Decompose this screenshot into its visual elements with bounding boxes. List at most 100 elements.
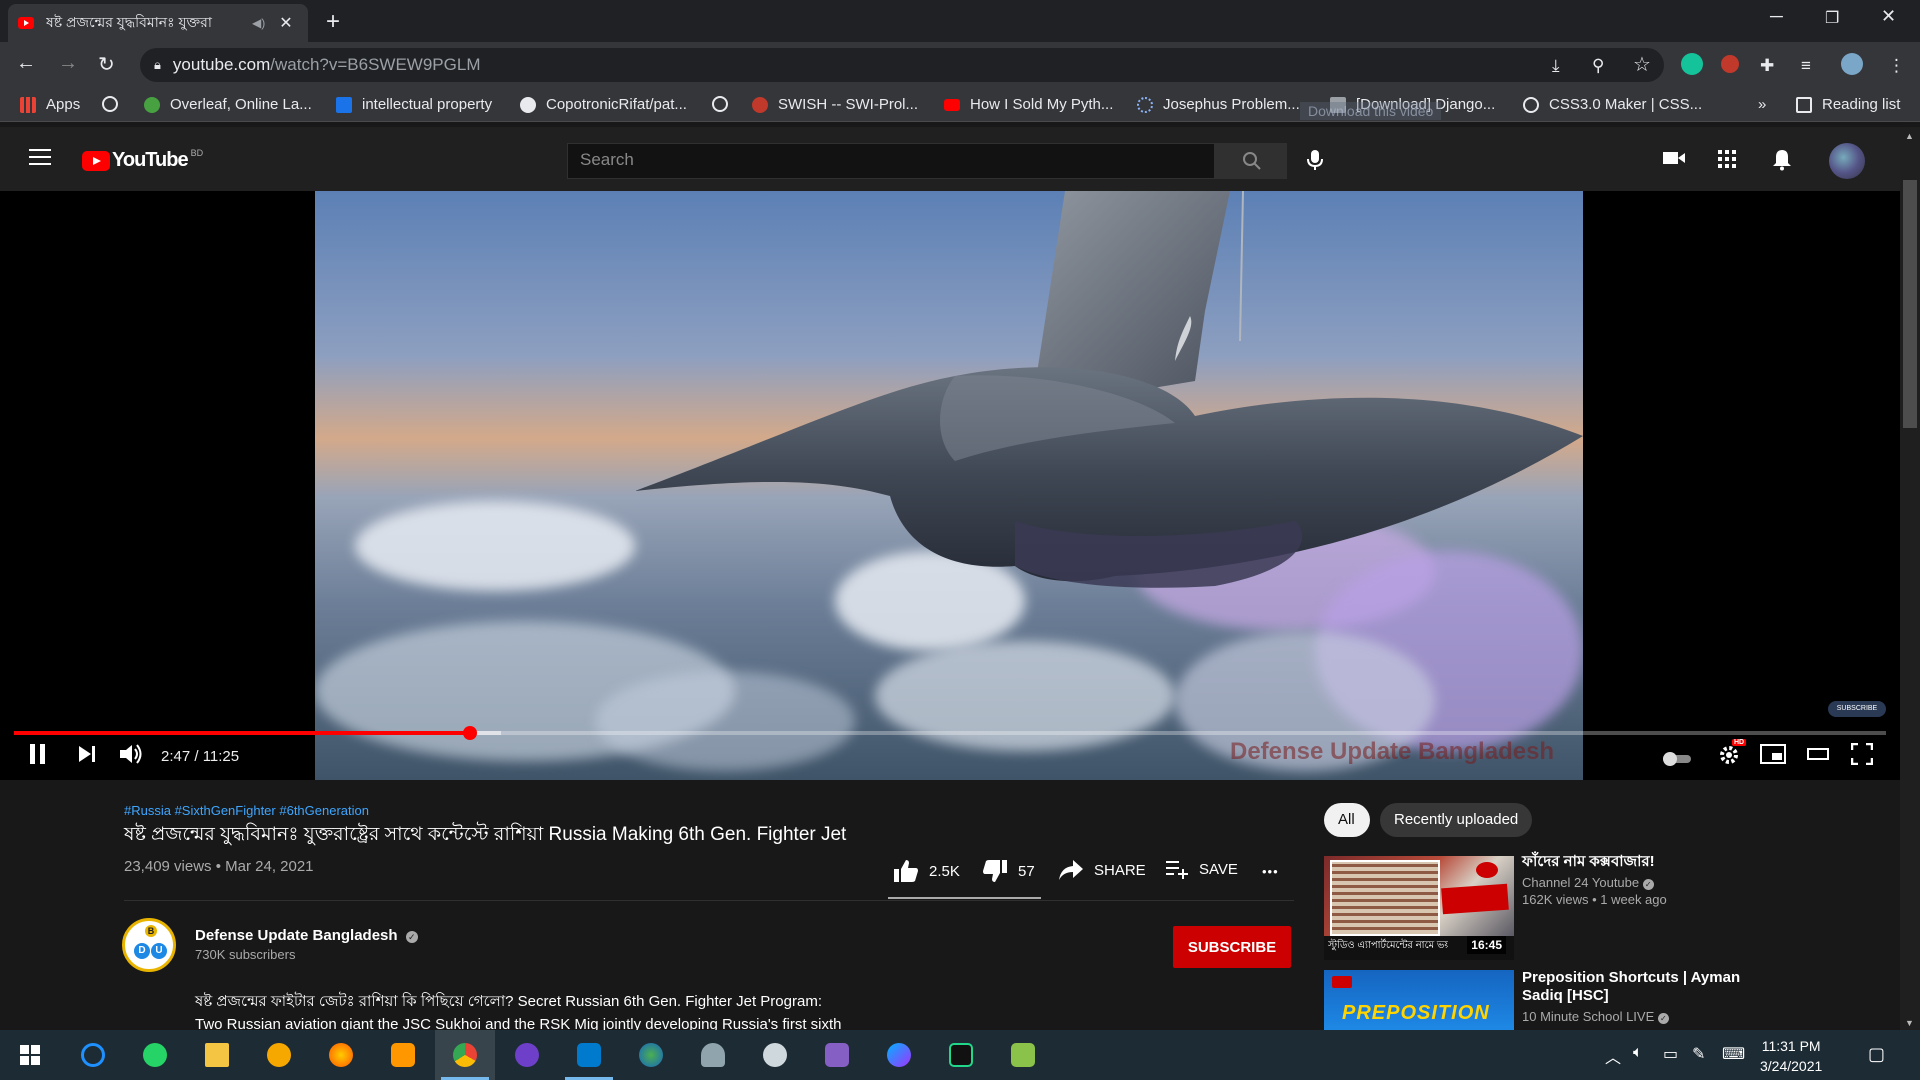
bookmark-youtube[interactable]: How I Sold My Pyth... [944, 96, 1113, 113]
profile-avatar-icon[interactable] [1841, 53, 1863, 75]
bookmark-globe-2[interactable] [712, 96, 738, 112]
more-actions-button[interactable]: ••• [1262, 864, 1279, 879]
theater-mode-button[interactable] [1806, 743, 1830, 771]
bookmark-star-icon[interactable]: ☆ [1633, 52, 1651, 77]
taskbar-app-visual-studio[interactable] [807, 1030, 867, 1080]
chip-all[interactable]: All [1324, 803, 1370, 837]
recommendation-thumbnail[interactable]: স্টুডিও এ্যাপার্টমেন্টের নামে ভয়াব 16:4… [1324, 856, 1514, 960]
tray-volume-icon[interactable]: 🔈︎ [1633, 1044, 1643, 1062]
search-button[interactable] [1215, 143, 1287, 179]
satellite-dish-icon [763, 1043, 787, 1067]
video-hashtags[interactable]: #Russia #SixthGenFighter #6thGeneration [124, 803, 369, 818]
tab-close-icon[interactable]: ✕ [279, 13, 292, 33]
taskbar-app-whatsapp[interactable] [125, 1030, 185, 1080]
taskbar-app-github-desktop[interactable] [497, 1030, 557, 1080]
taskbar-clock[interactable]: 11:31 PM 3/24/2021 [1760, 1036, 1822, 1076]
taskbar-app-sublime[interactable] [373, 1030, 433, 1080]
close-window-icon[interactable]: ✕ [1881, 6, 1896, 27]
account-avatar[interactable] [1829, 143, 1865, 179]
tray-keyboard-icon[interactable]: ⌨ [1722, 1044, 1745, 1064]
subscribe-watermark-badge[interactable]: SUBSCRIBE [1828, 701, 1886, 717]
recommendation-thumbnail[interactable]: PREPOSITION [1324, 970, 1514, 1030]
scroll-down-arrow-icon[interactable]: ▼ [1905, 1018, 1914, 1028]
minimize-window-icon[interactable]: ─ [1770, 6, 1783, 27]
grammarly-extension-icon[interactable] [1681, 53, 1703, 75]
search-input[interactable]: Search [567, 143, 1215, 179]
bookmark-globe[interactable] [102, 96, 128, 112]
chip-recently-uploaded[interactable]: Recently uploaded [1380, 803, 1533, 837]
chrome-menu-icon[interactable]: ⋮ [1888, 56, 1905, 76]
share-button[interactable]: SHARE [1058, 859, 1146, 881]
install-app-icon[interactable]: ⤓ [1552, 56, 1560, 76]
taskbar-app-globe[interactable] [621, 1030, 681, 1080]
like-button[interactable]: 2.5K [893, 859, 960, 883]
restore-window-icon[interactable]: ❐ [1825, 8, 1839, 28]
progress-scrubber-handle[interactable] [462, 726, 477, 740]
bookmark-josephus[interactable]: Josephus Problem... [1137, 96, 1300, 113]
save-button[interactable]: SAVE [1165, 859, 1238, 879]
avatar-letter: U [151, 943, 167, 959]
tray-display-icon[interactable]: ▭ [1663, 1044, 1678, 1064]
tab-audio-icon[interactable]: ◀) [252, 16, 265, 30]
video-frame[interactable] [315, 191, 1583, 780]
youtube-logo[interactable]: YouTube BD [82, 148, 203, 172]
browser-tab-active[interactable]: ষষ্ট প্রজন্মের যুদ্ধবিমানঃ যুক্তরা ◀) ✕ [8, 4, 308, 42]
action-center-icon[interactable]: ▢ [1868, 1044, 1885, 1065]
back-arrow-icon[interactable]: ← [16, 52, 36, 75]
volume-button[interactable] [118, 743, 144, 771]
reload-icon[interactable]: ↻ [98, 52, 115, 77]
url-text[interactable]: youtube.com/watch?v=B6SWEW9PGLM [173, 55, 481, 75]
taskbar-app-chrome[interactable] [435, 1030, 495, 1080]
tray-pen-icon[interactable]: ✎ [1692, 1044, 1705, 1064]
recommendation-info[interactable]: Preposition Shortcuts | Ayman Sadiq [HSC… [1522, 969, 1762, 1024]
taskbar-app-firefox[interactable] [311, 1030, 371, 1080]
download-video-overlay[interactable]: Download this video [1300, 102, 1442, 120]
channel-avatar[interactable]: B D U [122, 918, 176, 972]
scroll-up-arrow-icon[interactable]: ▲ [1905, 131, 1914, 141]
scrollbar-thumb[interactable] [1903, 180, 1917, 428]
taskbar-app-parachute[interactable] [683, 1030, 743, 1080]
voice-search-microphone-icon[interactable] [1306, 149, 1324, 177]
tray-chevron-icon[interactable]: ︿ [1605, 1044, 1621, 1068]
zoom-icon[interactable]: ⚲ [1592, 56, 1604, 76]
fullscreen-button[interactable] [1850, 742, 1874, 771]
reading-list-button[interactable]: Reading list [1796, 96, 1900, 113]
miniplayer-button[interactable] [1760, 743, 1786, 771]
taskbar-app-search[interactable] [63, 1030, 123, 1080]
hamburger-menu-icon[interactable] [29, 149, 51, 167]
pause-button[interactable] [28, 743, 48, 771]
video-player[interactable]: SUBSCRIBE Defense Update Bangladesh 2:47… [0, 191, 1900, 780]
settings-button[interactable]: HD [1717, 739, 1747, 773]
taskbar-app-pycharm[interactable] [931, 1030, 991, 1080]
bookmark-label: Josephus Problem... [1163, 96, 1300, 113]
apps-grid-icon[interactable] [1717, 149, 1737, 175]
extension-icon[interactable] [1721, 55, 1739, 73]
dislike-button[interactable]: 57 [982, 859, 1035, 883]
channel-name[interactable]: Defense Update Bangladesh ✓ [195, 927, 418, 944]
taskbar-app-tor[interactable] [249, 1030, 309, 1080]
bookmark-overleaf[interactable]: Overleaf, Online La... [144, 96, 312, 113]
windows-start-button[interactable] [0, 1030, 60, 1080]
taskbar-app-notepad[interactable] [993, 1030, 1053, 1080]
bookmarks-overflow-button[interactable]: » [1758, 96, 1766, 113]
forward-arrow-icon[interactable]: → [58, 52, 78, 75]
notifications-bell-icon[interactable] [1772, 149, 1792, 177]
subscribe-button[interactable]: SUBSCRIBE [1173, 926, 1291, 968]
bookmark-github[interactable]: CopotronicRifat/pat... [520, 96, 687, 113]
new-tab-button[interactable]: + [326, 8, 340, 36]
bookmark-intellectual-property[interactable]: intellectual property [336, 96, 492, 113]
media-control-icon[interactable]: ≡ [1801, 56, 1811, 76]
taskbar-app-satellite[interactable] [745, 1030, 805, 1080]
extensions-puzzle-icon[interactable]: ✚ [1760, 56, 1774, 76]
taskbar-app-vscode[interactable] [559, 1030, 619, 1080]
bookmark-css3-maker[interactable]: CSS3.0 Maker | CSS... [1523, 96, 1702, 113]
next-video-button[interactable] [76, 743, 98, 771]
taskbar-app-messenger[interactable] [869, 1030, 929, 1080]
taskbar-app-file-explorer[interactable] [187, 1030, 247, 1080]
bookmark-apps[interactable]: Apps [20, 96, 80, 113]
bookmark-swish[interactable]: SWISH -- SWI-Prol... [752, 96, 918, 113]
create-video-icon[interactable] [1662, 149, 1686, 173]
recommendation-info[interactable]: ফাঁদের নাম কক্সবাজার! Channel 24 Youtube… [1522, 853, 1752, 907]
autoplay-toggle[interactable] [1661, 747, 1693, 773]
address-bar[interactable]: 🔒︎ youtube.com/watch?v=B6SWEW9PGLM [140, 48, 1664, 82]
